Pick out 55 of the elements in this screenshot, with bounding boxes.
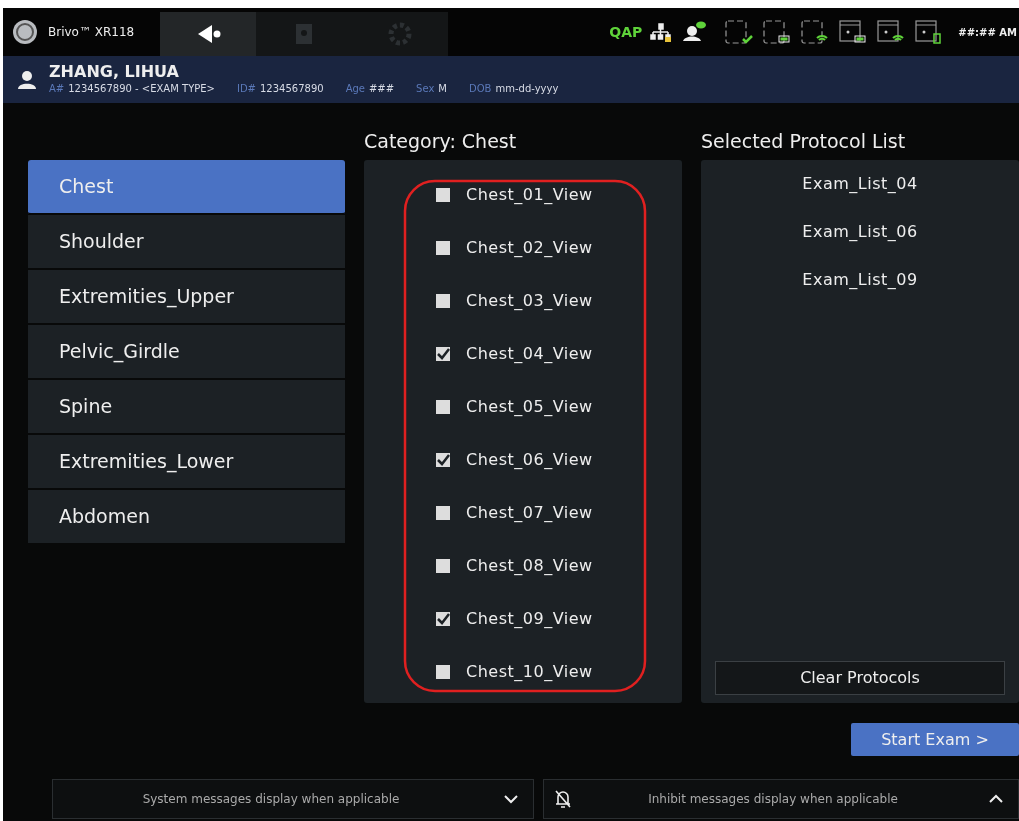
checkbox[interactable] <box>436 558 450 573</box>
checkbox[interactable] <box>436 293 450 308</box>
patient-detail: Age ### <box>345 81 395 96</box>
protocol-label: Chest_07_View <box>466 501 593 524</box>
protocol-label: Chest_06_View <box>466 448 593 471</box>
selected-protocol[interactable]: Exam_List_04 <box>715 172 1005 220</box>
chevron-up-icon[interactable] <box>988 794 1004 804</box>
checkbox[interactable] <box>436 611 450 626</box>
selected-protocol[interactable]: Exam_List_09 <box>715 268 1005 316</box>
protocol-label: Chest_10_View <box>466 660 593 683</box>
detector-battery-icon[interactable] <box>838 18 869 46</box>
category-item[interactable]: Extremities_Lower <box>28 435 345 490</box>
protocol-label: Chest_03_View <box>466 289 593 312</box>
detector-ok-icon[interactable] <box>724 18 755 46</box>
protocol-label: Chest_02_View <box>466 236 593 259</box>
patient-detail: A# 1234567890 - <EXAM TYPE> <box>49 81 215 96</box>
checkbox[interactable] <box>436 346 450 361</box>
checkbox[interactable] <box>436 240 450 255</box>
selected-protocol[interactable]: Exam_List_06 <box>715 220 1005 268</box>
patient-detail: ID# 1234567890 <box>236 81 324 96</box>
protocol-label: Chest_01_View <box>466 183 593 206</box>
qap-indicator[interactable]: QAP <box>609 21 643 43</box>
category-item[interactable]: Spine <box>28 380 345 435</box>
checkbox[interactable] <box>436 505 450 520</box>
category-item[interactable]: Chest <box>28 160 345 215</box>
checkbox[interactable] <box>436 452 450 467</box>
protocol-label: Chest_08_View <box>466 554 593 577</box>
clear-protocols-button[interactable]: Clear Protocols <box>715 661 1005 695</box>
detector-battery-icon[interactable] <box>762 18 793 46</box>
logo-icon <box>12 19 38 45</box>
clock-time: ##:## AM <box>958 25 1017 40</box>
network-icon[interactable] <box>650 22 673 42</box>
checkbox[interactable] <box>436 399 450 414</box>
patient-avatar-icon <box>17 69 37 90</box>
patient-detail: DOB mm-dd-yyyy <box>469 81 559 96</box>
checkbox[interactable] <box>436 187 450 202</box>
category-item[interactable]: Abdomen <box>28 490 345 545</box>
selected-list-title: Selected Protocol List <box>701 129 907 154</box>
category-item[interactable]: Extremities_Upper <box>28 270 345 325</box>
product-name: Brivo™ XR118 <box>48 24 136 41</box>
bell-off-icon[interactable] <box>554 789 572 809</box>
patient-detail: Sex M <box>416 81 447 96</box>
message-text: Inhibit messages display when applicable <box>647 791 899 808</box>
patient-name: ZHANG, LIHUA <box>49 63 180 81</box>
category-title: Category: Chest <box>364 129 518 154</box>
category-item[interactable]: Shoulder <box>28 215 345 270</box>
protocol-label: Chest_04_View <box>466 342 593 365</box>
start-exam-button[interactable]: Start Exam > <box>851 723 1019 756</box>
protocol-label: Chest_09_View <box>466 607 593 630</box>
chevron-down-icon[interactable] <box>503 794 519 804</box>
category-item[interactable]: Pelvic_Girdle <box>28 325 345 380</box>
protocol-label: Chest_05_View <box>466 395 593 418</box>
nav-tab[interactable] <box>160 12 256 56</box>
checkbox[interactable] <box>436 664 450 679</box>
message-text: System messages display when applicable <box>141 791 401 808</box>
